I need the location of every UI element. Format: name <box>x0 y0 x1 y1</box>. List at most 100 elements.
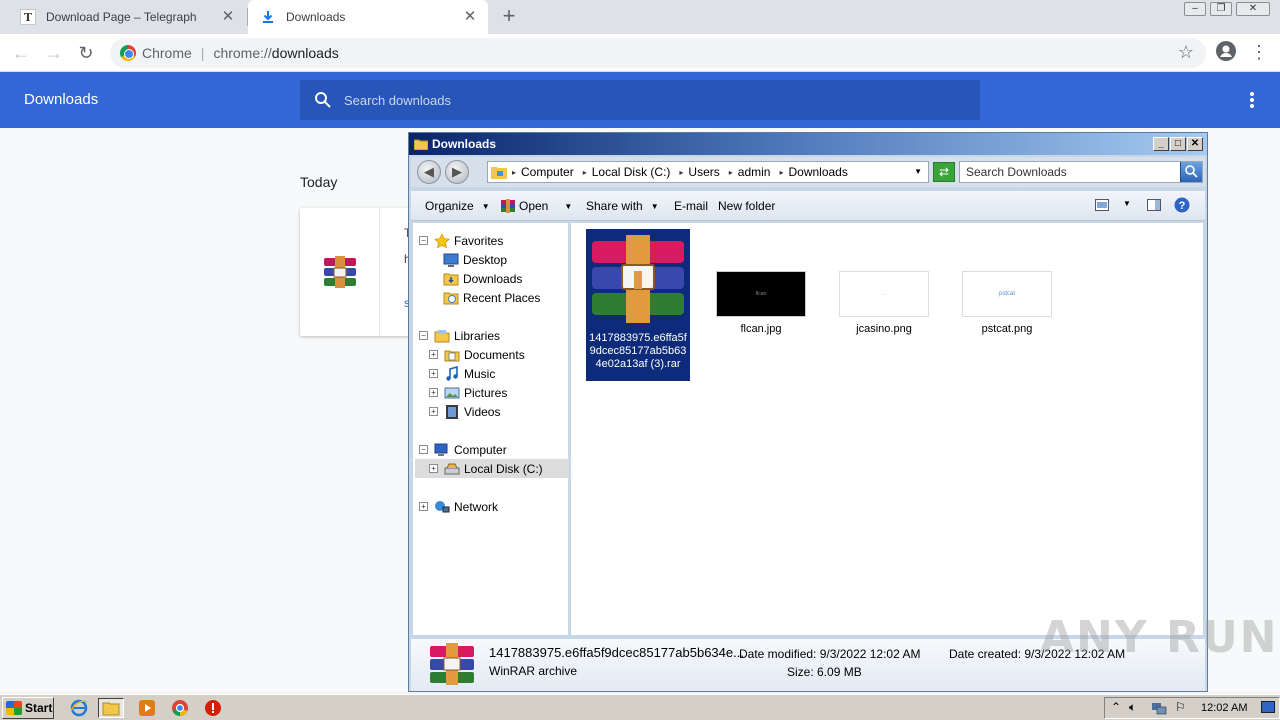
tab-telegraph[interactable]: T Download Page – Telegraph ✕ <box>8 0 246 34</box>
more-actions-icon[interactable] <box>1250 92 1254 108</box>
volume-icon[interactable]: 🔈︎ <box>1129 700 1136 715</box>
start-button[interactable]: Start <box>2 697 54 719</box>
close-button[interactable]: ✕ <box>1187 137 1203 151</box>
expand-icon[interactable]: + <box>429 464 438 473</box>
reload-button[interactable]: ↻ <box>75 42 97 64</box>
expand-icon[interactable]: + <box>429 407 438 416</box>
nav-downloads[interactable]: Downloads <box>443 269 522 288</box>
breadcrumb-arrow-icon[interactable]: ▸ <box>779 168 783 177</box>
help-icon[interactable]: ? <box>1174 197 1190 213</box>
organize-button[interactable]: Organize ▼ <box>425 199 490 213</box>
media-player-icon[interactable] <box>134 698 160 718</box>
star-icon <box>434 232 450 248</box>
search-icon <box>315 92 331 108</box>
new-tab-button[interactable]: + <box>498 5 520 27</box>
expand-icon[interactable]: + <box>429 388 438 397</box>
new-folder-button[interactable]: New folder <box>718 199 775 213</box>
back-button[interactable]: ◀ <box>417 160 441 184</box>
breadcrumb-arrow-icon[interactable]: ▸ <box>729 168 733 177</box>
share-with-button[interactable]: Share with ▼ <box>586 199 659 213</box>
browser-toolbar: ← → ↻ Chrome | chrome://downloads ☆ ⋮ <box>0 34 1280 72</box>
breadcrumb-item[interactable]: Local Disk (C:) <box>592 165 671 179</box>
maximize-button[interactable]: □ <box>1170 137 1186 151</box>
minimize-button[interactable]: _ <box>1153 137 1169 151</box>
internet-explorer-icon[interactable] <box>66 698 92 718</box>
network-tray-icon[interactable] <box>1151 702 1167 719</box>
breadcrumb-arrow-icon[interactable]: ▸ <box>512 168 516 177</box>
image-thumbnail: pstcat <box>962 271 1052 317</box>
breadcrumb-item[interactable]: Downloads <box>788 165 847 179</box>
forward-button[interactable]: ▶ <box>445 160 469 184</box>
open-button[interactable]: Open ▼ <box>501 199 572 213</box>
breadcrumb-item[interactable]: Users <box>688 165 719 179</box>
tab-downloads[interactable]: Downloads ✕ <box>248 0 488 34</box>
bookmark-star-icon[interactable]: ☆ <box>1175 41 1197 63</box>
nav-local-disk[interactable]: + Local Disk (C:) <box>415 459 569 478</box>
file-item-jpg[interactable]: flcan flcan.jpg <box>709 271 813 336</box>
downloads-search[interactable] <box>300 80 980 120</box>
nav-network[interactable]: + Network <box>419 497 498 516</box>
nav-music[interactable]: + Music <box>429 364 495 383</box>
show-desktop-icon[interactable] <box>1261 701 1275 713</box>
music-icon <box>446 365 458 381</box>
breadcrumb-item[interactable]: admin <box>738 165 771 179</box>
explorer-taskbar-icon[interactable] <box>98 698 124 718</box>
profile-icon[interactable] <box>1215 41 1237 63</box>
restore-window-button[interactable]: ❐ <box>1210 2 1232 16</box>
nav-documents[interactable]: + Documents <box>429 345 525 364</box>
refresh-icon[interactable]: ⇄ <box>933 162 955 182</box>
breadcrumb[interactable]: ▸ Computer ▸ Local Disk (C:) ▸ Users ▸ a… <box>487 161 929 183</box>
expand-icon[interactable]: + <box>419 502 428 511</box>
explorer-search[interactable] <box>959 161 1203 183</box>
file-item-rar[interactable]: 1417883975.e6ffa5f9dcec85177ab5b634e02a1… <box>586 229 690 381</box>
browser-menu-icon[interactable]: ⋮ <box>1248 41 1270 63</box>
recent-places-icon <box>443 292 459 304</box>
email-button[interactable]: E-mail <box>674 199 708 213</box>
winrar-icon <box>501 199 515 213</box>
search-input[interactable] <box>966 165 1166 179</box>
svg-text:?: ? <box>1179 200 1186 212</box>
breadcrumb-arrow-icon[interactable]: ▸ <box>679 168 683 177</box>
show-hidden-icons-icon[interactable]: ⌃ <box>1111 700 1121 714</box>
search-input[interactable] <box>344 92 944 108</box>
view-dropdown-icon[interactable]: ▼ <box>1123 199 1131 208</box>
preview-pane-icon[interactable] <box>1147 199 1161 211</box>
forward-button[interactable]: → <box>43 42 65 64</box>
nav-favorites[interactable]: − Favorites <box>419 231 503 250</box>
change-view-icon[interactable] <box>1095 199 1109 211</box>
clock[interactable]: 12:02 AM <box>1201 702 1247 714</box>
close-window-button[interactable]: ✕ <box>1236 2 1270 16</box>
back-button[interactable]: ← <box>10 42 32 64</box>
collapse-icon[interactable]: − <box>419 445 428 454</box>
expand-icon[interactable]: + <box>429 350 438 359</box>
address-dropdown-icon[interactable]: ▼ <box>914 167 922 176</box>
winrar-icon <box>323 256 356 288</box>
search-icon[interactable] <box>1180 162 1202 182</box>
explorer-window: Downloads _ □ ✕ ◀ ▶ ▸ Computer ▸ Local D… <box>408 132 1208 692</box>
winrar-archive-icon <box>592 235 684 323</box>
action-center-flag-icon[interactable]: ⚐ <box>1175 700 1186 714</box>
breadcrumb-arrow-icon[interactable]: ▸ <box>583 168 587 177</box>
chrome-taskbar-icon[interactable] <box>167 698 193 718</box>
file-item-png[interactable]: pstcat pstcat.png <box>955 271 1059 336</box>
address-bar[interactable]: Chrome | chrome://downloads <box>110 38 1206 68</box>
nav-pictures[interactable]: + Pictures <box>429 383 507 402</box>
browser-tab-strip: T Download Page – Telegraph ✕ Downloads … <box>0 0 1280 34</box>
telegraph-favicon-icon: T <box>20 9 36 25</box>
file-item-png[interactable]: ... jcasino.png <box>832 271 936 336</box>
folder-icon <box>414 139 428 150</box>
tab-close-icon[interactable]: ✕ <box>220 9 236 25</box>
tab-close-icon[interactable]: ✕ <box>462 9 478 25</box>
minimize-window-button[interactable]: – <box>1184 2 1206 16</box>
antivirus-icon[interactable] <box>200 698 226 718</box>
collapse-icon[interactable]: − <box>419 236 428 245</box>
nav-libraries[interactable]: − Libraries <box>419 326 500 345</box>
nav-videos[interactable]: + Videos <box>429 402 500 421</box>
expand-icon[interactable]: + <box>429 369 438 378</box>
nav-computer[interactable]: − Computer <box>419 440 507 459</box>
nav-recent-places[interactable]: Recent Places <box>443 288 540 307</box>
breadcrumb-item[interactable]: Computer <box>521 165 574 179</box>
nav-desktop[interactable]: Desktop <box>443 250 507 269</box>
explorer-titlebar[interactable]: Downloads _ □ ✕ <box>409 133 1207 155</box>
collapse-icon[interactable]: − <box>419 331 428 340</box>
